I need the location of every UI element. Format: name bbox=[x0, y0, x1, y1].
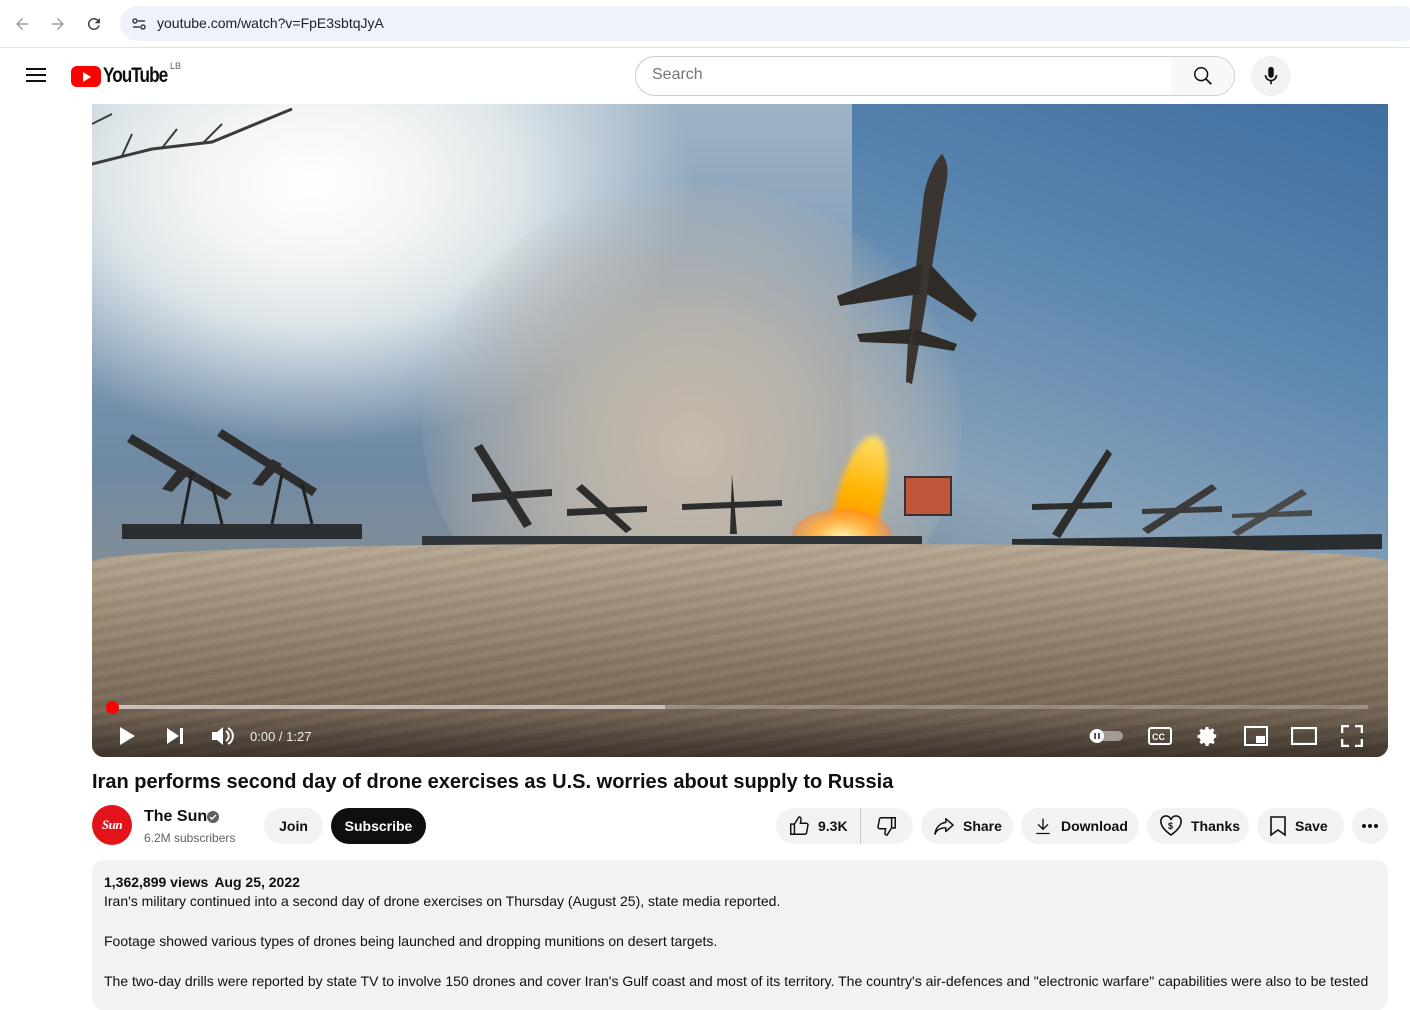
video-title: Iran performs second day of drone exerci… bbox=[92, 771, 894, 793]
channel-avatar[interactable]: Sun bbox=[92, 805, 132, 845]
search-box[interactable] bbox=[635, 56, 1173, 96]
url-text[interactable]: youtube.com/watch?v=FpE3sbtqJyA bbox=[157, 15, 384, 31]
country-code: LB bbox=[170, 61, 182, 71]
launcher-box bbox=[904, 476, 952, 516]
verified-badge-icon bbox=[207, 811, 219, 823]
scrubber-handle[interactable] bbox=[106, 701, 119, 714]
join-label: Join bbox=[279, 818, 308, 834]
search-input[interactable] bbox=[652, 66, 1152, 84]
autoplay-toggle-icon bbox=[1089, 729, 1123, 743]
skip-next-icon bbox=[167, 728, 183, 744]
volume-button[interactable] bbox=[206, 720, 238, 752]
play-button[interactable] bbox=[112, 720, 142, 752]
description-line: Footage showed various types of drones b… bbox=[104, 933, 718, 949]
share-label: Share bbox=[963, 818, 1002, 834]
seek-bar[interactable] bbox=[106, 701, 1368, 714]
join-button[interactable]: Join bbox=[264, 808, 323, 844]
upload-date: Aug 25, 2022 bbox=[214, 874, 300, 890]
miniplayer-icon bbox=[1244, 726, 1268, 746]
save-label: Save bbox=[1295, 818, 1328, 834]
like-button[interactable]: 9.3K bbox=[776, 808, 861, 844]
back-icon[interactable] bbox=[10, 12, 34, 36]
site-info-icon[interactable] bbox=[128, 13, 150, 35]
captions-button[interactable]: CC bbox=[1146, 720, 1174, 752]
download-button[interactable]: Download bbox=[1021, 808, 1139, 844]
reload-icon[interactable] bbox=[82, 12, 106, 36]
svg-text:$: $ bbox=[1168, 821, 1173, 831]
thanks-label: Thanks bbox=[1191, 818, 1241, 834]
subscribe-button[interactable]: Subscribe bbox=[331, 808, 426, 844]
description-line: The two-day drills were reported by stat… bbox=[104, 973, 1369, 989]
search-icon bbox=[1193, 67, 1212, 85]
closed-captions-icon: CC bbox=[1148, 727, 1172, 745]
download-label: Download bbox=[1061, 818, 1128, 834]
menu-icon[interactable] bbox=[24, 64, 48, 88]
super-thanks-icon: $ bbox=[1159, 815, 1183, 837]
view-count: 1,362,899 views bbox=[104, 874, 209, 890]
fullscreen-button[interactable] bbox=[1338, 720, 1366, 752]
share-icon bbox=[933, 816, 955, 836]
voice-search-button[interactable] bbox=[1251, 56, 1291, 96]
bookmark-icon bbox=[1269, 815, 1287, 837]
channel-name[interactable]: The Sun bbox=[144, 808, 207, 826]
gear-icon bbox=[1197, 726, 1217, 746]
download-icon bbox=[1033, 816, 1053, 836]
miniplayer-button[interactable] bbox=[1242, 720, 1270, 752]
subscribe-label: Subscribe bbox=[344, 818, 413, 834]
fullscreen-icon bbox=[1341, 725, 1363, 747]
subscriber-count: 6.2M subscribers bbox=[144, 831, 236, 845]
youtube-logo[interactable]: YouTube LB bbox=[71, 61, 182, 88]
theater-mode-icon bbox=[1291, 727, 1317, 745]
save-button[interactable]: Save bbox=[1257, 808, 1344, 844]
next-button[interactable] bbox=[160, 720, 190, 752]
thumbs-up-icon bbox=[788, 815, 810, 837]
more-horizontal-icon bbox=[1361, 823, 1379, 829]
thanks-button[interactable]: $ Thanks bbox=[1147, 808, 1249, 844]
browser-toolbar: youtube.com/watch?v=FpE3sbtqJyA bbox=[0, 0, 1410, 48]
like-count: 9.3K bbox=[818, 818, 848, 834]
description-meta: 1,362,899 views Aug 25, 2022 bbox=[104, 874, 300, 890]
masthead: YouTube LB bbox=[0, 48, 1410, 104]
forward-icon[interactable] bbox=[46, 12, 70, 36]
volume-icon bbox=[212, 727, 234, 745]
svg-text:CC: CC bbox=[1152, 732, 1165, 742]
video-player[interactable]: 0:00 / 1:27 CC bbox=[92, 104, 1388, 757]
buffered-bar bbox=[112, 705, 665, 709]
share-button[interactable]: Share bbox=[921, 808, 1013, 844]
autoplay-toggle[interactable] bbox=[1088, 720, 1124, 752]
logo-wordmark: YouTube bbox=[103, 64, 168, 87]
settings-button[interactable] bbox=[1194, 720, 1222, 752]
microphone-icon bbox=[1264, 66, 1278, 85]
youtube-play-icon bbox=[71, 65, 101, 87]
time-display: 0:00 / 1:27 bbox=[250, 729, 312, 744]
description-line: Iran's military continued into a second … bbox=[104, 893, 781, 909]
dislike-button[interactable] bbox=[861, 808, 913, 844]
play-icon bbox=[120, 727, 135, 745]
address-bar[interactable]: youtube.com/watch?v=FpE3sbtqJyA bbox=[120, 6, 1410, 41]
avatar-text: Sun bbox=[101, 817, 123, 832]
description-box[interactable]: 1,362,899 views Aug 25, 2022 Iran's milit… bbox=[92, 860, 1388, 1010]
like-dislike-group: 9.3K bbox=[776, 808, 913, 844]
player-controls: 0:00 / 1:27 CC bbox=[92, 714, 1388, 757]
thumbs-down-icon bbox=[876, 815, 898, 837]
video-frame bbox=[92, 104, 1388, 757]
more-actions-button[interactable] bbox=[1352, 808, 1388, 844]
search-button[interactable] bbox=[1171, 56, 1235, 96]
theater-mode-button[interactable] bbox=[1290, 720, 1318, 752]
